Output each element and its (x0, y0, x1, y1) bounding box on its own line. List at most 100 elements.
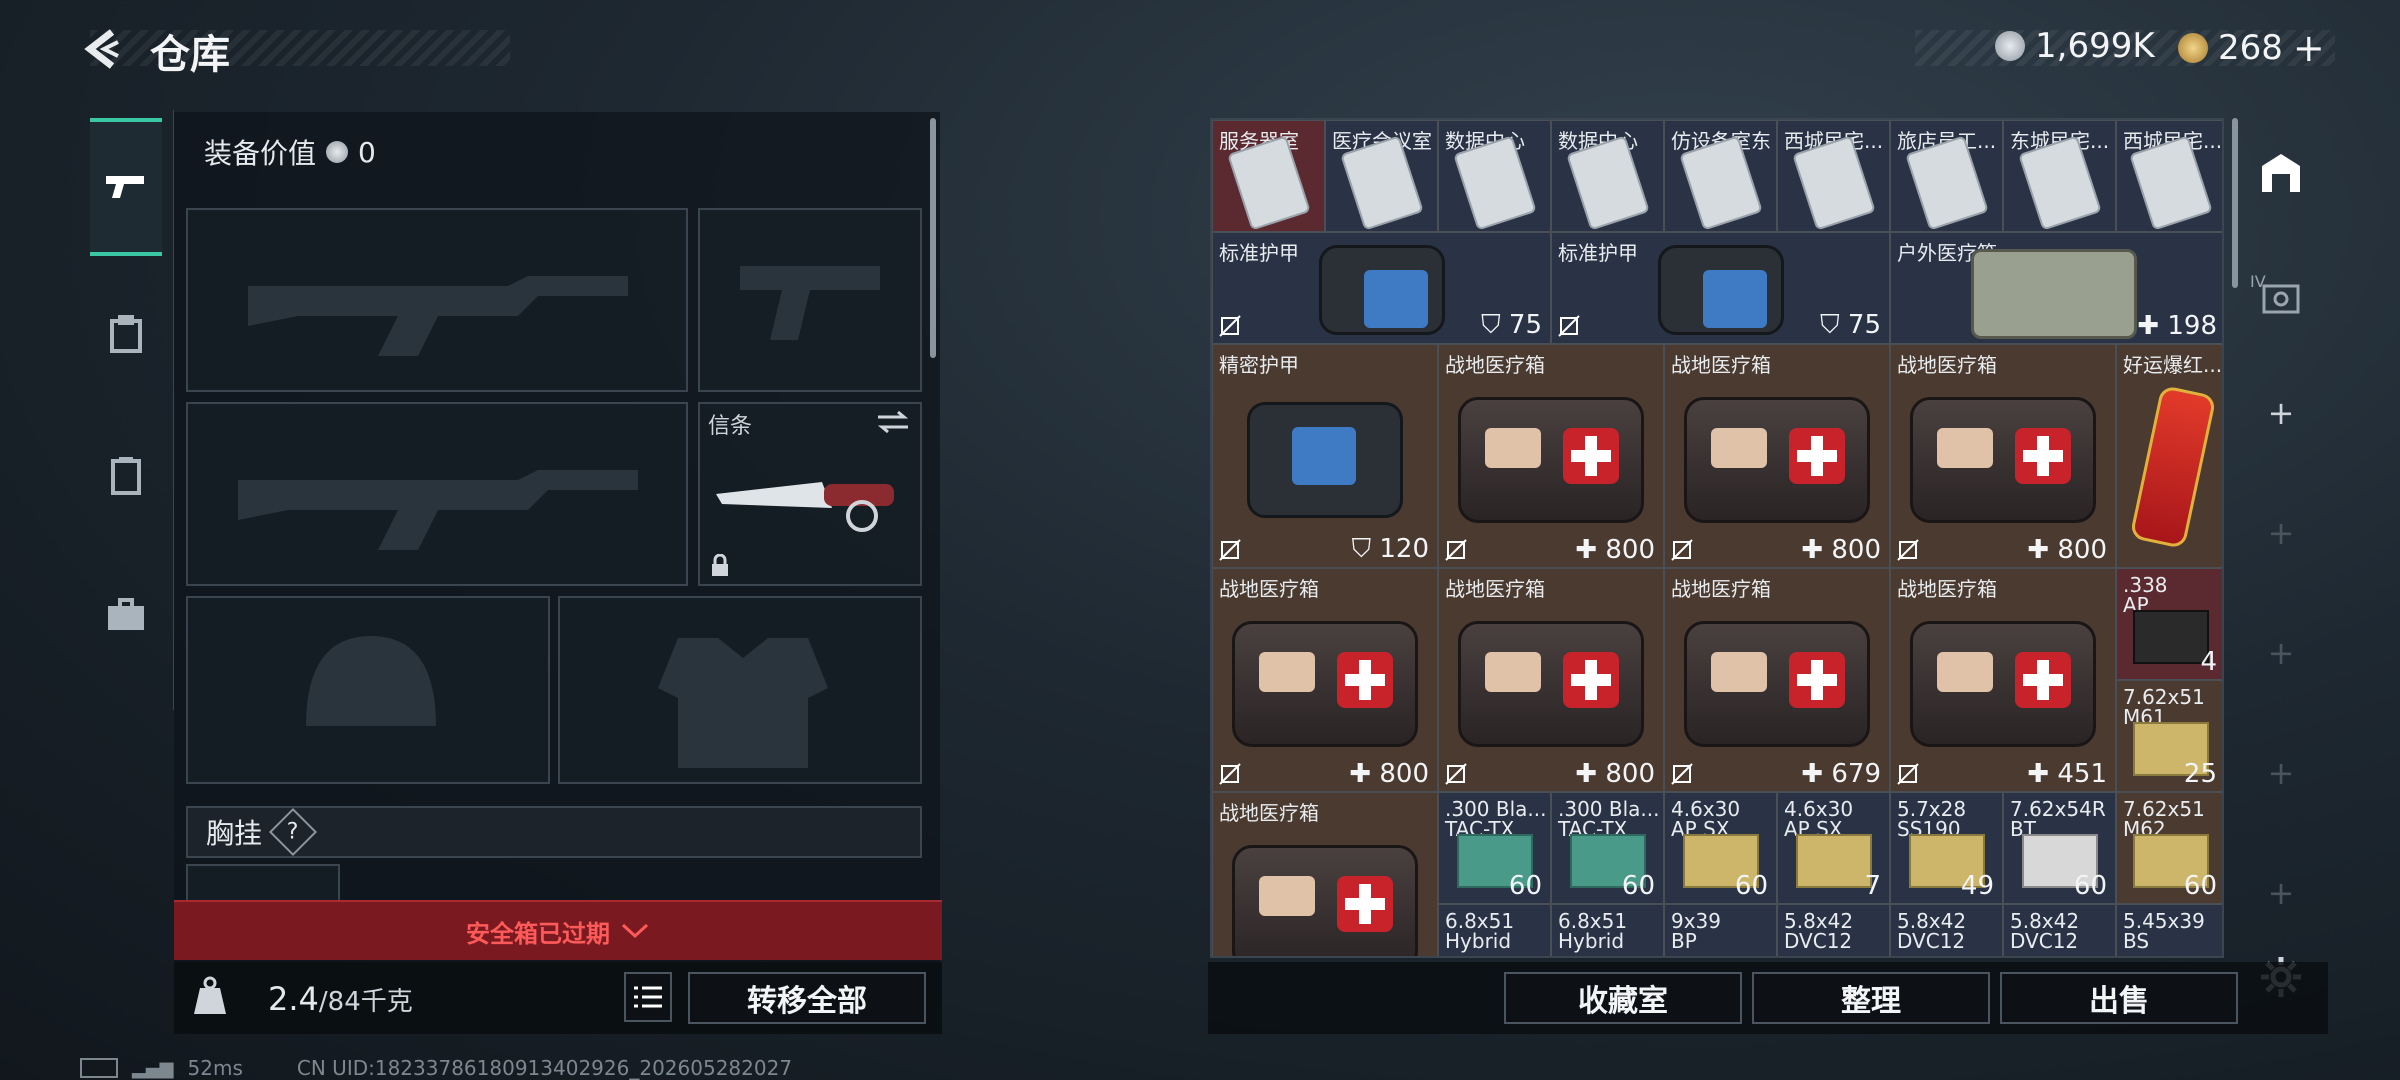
rifle-silhouette-icon (248, 276, 628, 356)
primary-weapon-slot[interactable] (186, 208, 688, 392)
category-tabs (80, 110, 174, 710)
help-icon[interactable]: ? (268, 807, 318, 857)
sidearm-slot[interactable] (698, 208, 922, 392)
list-view-button[interactable] (624, 972, 672, 1022)
back-arrow-icon[interactable] (78, 26, 124, 72)
plus-icon: ✚ (1801, 535, 1832, 565)
no-insure-icon (1897, 763, 1919, 785)
grid-item-keycard[interactable]: 医疗会议室 (1325, 120, 1438, 232)
medkit-icon (1684, 397, 1870, 524)
plus-icon: ✚ (1575, 759, 1606, 789)
coin-balance[interactable]: 1,699K (1995, 26, 2155, 66)
grid-item-keycard[interactable]: 数据中心 (1438, 120, 1551, 232)
plus-icon: ✚ (1801, 759, 1832, 789)
add-storage-button[interactable]: + (2236, 394, 2326, 432)
grid-item-keycard[interactable]: 数据中心 (1551, 120, 1664, 232)
briefcase-icon (108, 598, 144, 630)
tab-backpack[interactable] (90, 410, 162, 540)
plus-icon: ✚ (2027, 759, 2058, 789)
secondary-weapon-slot[interactable] (186, 402, 688, 586)
signal-icon: ▂▄▆ (132, 1057, 174, 1079)
body-armor-slot[interactable] (558, 596, 922, 784)
list-icon (634, 986, 662, 1008)
grid-item-armor[interactable]: 标准护甲 ⛉ 75 (1551, 232, 1890, 344)
no-insure-icon (1445, 763, 1467, 785)
tab-weapons[interactable] (90, 118, 162, 256)
helmet-slot[interactable] (186, 596, 550, 784)
firecracker-icon (2129, 384, 2217, 550)
shield-icon: ⛉ (1820, 310, 1848, 340)
no-insure-icon (1558, 315, 1580, 337)
grid-item-ammo[interactable]: 5.45x39 BS (2116, 904, 2222, 956)
grid-item-ammo[interactable]: 9x39 BP (1664, 904, 1777, 956)
chest-rig-slot[interactable] (186, 864, 340, 904)
grid-item-armor[interactable]: 精密护甲 ⛉ 120 (1212, 344, 1438, 568)
grid-item-field-medkit[interactable]: 战地医疗箱 ✚ 800 (1212, 568, 1438, 792)
grid-item-lucky-firecracker[interactable]: 好运爆红... (2116, 344, 2222, 568)
grid-item-ammo[interactable]: 5.8x42 DVC12 (1890, 904, 2003, 956)
grid-item-field-medkit[interactable]: 战地医疗箱 ✚ 679 (1664, 568, 1890, 792)
coin-icon (1995, 31, 2025, 61)
grid-item-ammo[interactable]: 4.6x30 AP SX 7 (1777, 792, 1890, 904)
add-token-button[interactable]: + (2293, 26, 2325, 70)
medkit-icon (1232, 845, 1418, 956)
medkit-icon (1910, 621, 2096, 748)
ammo-box-icon (2133, 610, 2209, 665)
medkit-icon (1910, 397, 2096, 524)
grid-item-ammo[interactable]: 6.8x51 Hybrid (1438, 904, 1551, 956)
melee-slot[interactable]: 信条 (698, 402, 922, 586)
backpack-icon (111, 457, 141, 495)
grid-item-ammo[interactable]: 7.62x51 M62 60 (2116, 792, 2222, 904)
add-storage-button[interactable]: + (2236, 634, 2326, 672)
grid-item-field-medkit[interactable]: 战地医疗箱 ✚ 800 (1890, 344, 2116, 568)
add-storage-button[interactable]: + (2236, 514, 2326, 552)
grid-item-field-medkit[interactable]: 战地医疗箱 ✚ 800 (1438, 568, 1664, 792)
sort-button[interactable]: 整理 (1752, 972, 1990, 1024)
grid-item-ammo[interactable]: .300 Bla... TAC-TX 60 (1438, 792, 1551, 904)
grid-item-keycard[interactable]: 仿设备室东 (1664, 120, 1777, 232)
grid-item-ammo[interactable]: .338 AP 4 (2116, 568, 2222, 680)
no-insure-icon (1671, 539, 1693, 561)
grid-item-field-medkit[interactable]: 战地医疗箱 ✚ 800 (1664, 344, 1890, 568)
plus-icon: ✚ (1575, 535, 1606, 565)
grid-item-outdoor-medkit[interactable]: 户外医疗箱 ✚ 198 (1890, 232, 2222, 344)
warehouse-icon[interactable] (2258, 150, 2304, 196)
no-insure-icon (1445, 539, 1467, 561)
swap-icon[interactable] (876, 410, 910, 434)
grid-item-armor[interactable]: 标准护甲 ⛉ 75 (1212, 232, 1551, 344)
grid-item-ammo[interactable]: 5.8x42 DVC12 (2003, 904, 2116, 956)
grid-item-ammo[interactable]: 7.62x54R BT 60 (2003, 792, 2116, 904)
medkit-icon (1684, 621, 1870, 748)
rifle-silhouette-icon (238, 470, 638, 550)
armor-icon (1247, 402, 1403, 519)
add-storage-button[interactable]: + (2236, 874, 2326, 912)
pistol-icon (106, 176, 144, 198)
grid-item-ammo[interactable]: 7.62x51 M61 25 (2116, 680, 2222, 792)
grid-item-keycard[interactable]: 西城民宅... (1777, 120, 1890, 232)
grid-item-ammo[interactable]: 5.7x28 SS190 49 (1890, 792, 2003, 904)
grid-item-field-medkit[interactable]: 战地医疗箱 (1212, 792, 1438, 956)
tab-case[interactable] (90, 550, 162, 680)
grid-item-keycard[interactable]: 西城民宅... (2116, 120, 2222, 232)
grid-item-ammo[interactable]: .300 Bla... TAC-TX 60 (1551, 792, 1664, 904)
grid-item-field-medkit[interactable]: 战地医疗箱 ✚ 451 (1890, 568, 2116, 792)
collection-room-button[interactable]: 收藏室 (1504, 972, 1742, 1024)
loadout-scrollbar[interactable] (930, 118, 936, 358)
grid-item-keycard[interactable]: 旅店员工... (1890, 120, 2003, 232)
add-storage-button[interactable]: + (2236, 754, 2326, 792)
safe-box-expired-banner[interactable]: 安全箱已过期 (174, 900, 942, 960)
coin-icon (326, 141, 349, 163)
transfer-all-button[interactable]: 转移全部 (688, 972, 926, 1024)
grid-item-keycard[interactable]: 东城民宅... (2003, 120, 2116, 232)
grid-item-keycard[interactable]: 服务器室 (1212, 120, 1325, 232)
grid-item-ammo[interactable]: 5.8x42 DVC12 (1777, 904, 1890, 956)
token-balance[interactable]: 268 + (2178, 26, 2325, 70)
grid-item-ammo[interactable]: 6.8x51 Hybrid (1551, 904, 1664, 956)
armor-icon (1657, 245, 1784, 336)
grid-item-ammo[interactable]: 4.6x30 AP SX 60 (1664, 792, 1777, 904)
no-insure-icon (1219, 315, 1241, 337)
tab-armor[interactable] (90, 270, 162, 400)
armor-icon (110, 315, 142, 353)
grid-item-field-medkit[interactable]: 战地医疗箱 ✚ 800 (1438, 344, 1664, 568)
sell-button[interactable]: 出售 (2000, 972, 2238, 1024)
